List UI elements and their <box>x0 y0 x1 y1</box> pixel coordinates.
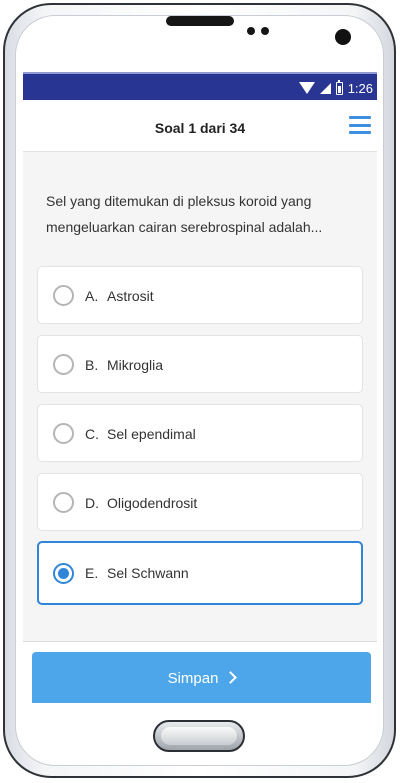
option-letter: B. <box>85 357 99 373</box>
light-sensor <box>261 27 269 35</box>
front-camera <box>335 29 351 45</box>
chevron-right-icon <box>224 671 238 684</box>
radio-button[interactable] <box>53 354 74 375</box>
answer-option-b[interactable]: B. Mikroglia <box>37 335 363 393</box>
radio-button-selected[interactable] <box>53 563 74 584</box>
radio-button[interactable] <box>53 285 74 306</box>
question-text: Sel yang ditemukan di pleksus koroid yan… <box>46 193 323 235</box>
radio-button[interactable] <box>53 423 74 444</box>
status-time: 1:26 <box>347 80 373 96</box>
page-title: Soal 1 dari 34 <box>154 120 246 136</box>
app-screen: 1:26 Soal 1 dari 34 Sel yang ditemukan d… <box>23 72 377 703</box>
option-letter: D. <box>85 495 99 511</box>
answer-option-c[interactable]: C. Sel ependimal <box>37 404 363 462</box>
battery-icon <box>335 79 343 95</box>
status-bar: 1:26 <box>23 72 377 100</box>
proximity-sensor <box>247 27 255 35</box>
answer-option-a[interactable]: A. Astrosit <box>37 266 363 324</box>
option-label: Sel Schwann <box>107 565 189 581</box>
save-button-label: Simpan <box>167 670 219 687</box>
option-letter: C. <box>85 426 99 442</box>
home-button[interactable] <box>153 720 245 752</box>
option-label: Oligodendrosit <box>107 495 198 511</box>
option-letter: A. <box>85 288 99 304</box>
option-label: Sel ependimal <box>107 426 196 442</box>
radio-button[interactable] <box>53 492 74 513</box>
signal-icon <box>319 82 331 94</box>
hamburger-menu-icon[interactable] <box>349 116 371 134</box>
option-label: Mikroglia <box>107 357 164 373</box>
app-header: Soal 1 dari 34 <box>23 100 377 152</box>
option-label: Astrosit <box>107 288 154 304</box>
answer-option-e[interactable]: E. Sel Schwann <box>37 541 363 605</box>
option-letter: E. <box>85 565 99 581</box>
phone-speaker <box>166 16 234 26</box>
answer-option-d[interactable]: D. Oligodendrosit <box>37 473 363 531</box>
wifi-icon <box>298 82 315 94</box>
save-button[interactable]: Simpan <box>32 652 371 703</box>
